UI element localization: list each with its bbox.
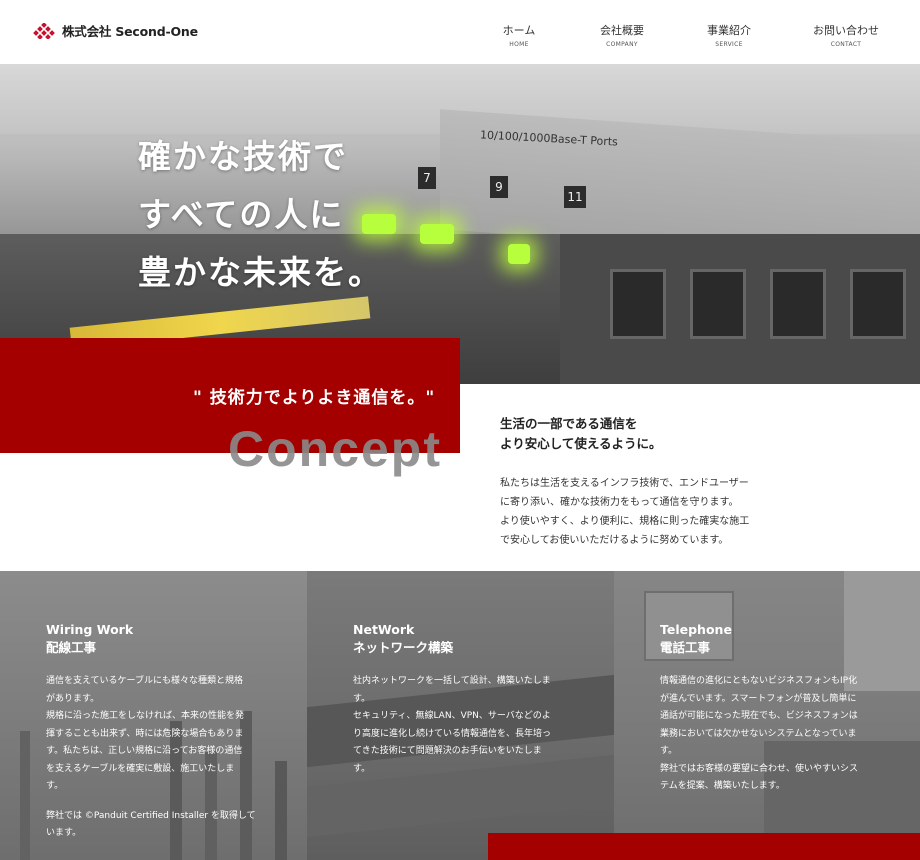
service-body-line: す。 bbox=[353, 763, 371, 774]
concept-heading-line: より安心して使えるように。 bbox=[500, 436, 662, 451]
service-body-line: す。 bbox=[353, 693, 371, 704]
concept-body-line: より使いやすく、より便利に、規格に則った確実な施工 bbox=[500, 516, 750, 527]
service-wiring-content: Wiring Work 配線工事 通信を支えているケーブルにも様々な種類と規格 … bbox=[46, 621, 266, 843]
hero-headline: 確かな技術で すべての人に 豊かな未来を。 bbox=[138, 128, 498, 302]
nav-item-home[interactable]: ホーム HOME bbox=[474, 24, 564, 48]
nav-label-en: CONTACT bbox=[830, 41, 862, 48]
service-body-line: 弊社ではお客様の要望に合わせ、使いやすいシス bbox=[660, 763, 859, 774]
concept-heading: 生活の一部である通信を より安心して使えるように。 bbox=[500, 414, 820, 454]
service-body-line: り高度に進化し続けている情報通信を、長年培っ bbox=[353, 728, 552, 739]
service-body-line: テムを提案、構築いたします。 bbox=[660, 781, 785, 791]
service-title-en: Telephone bbox=[660, 622, 732, 637]
service-telephone-content: Telephone 電話工事 情報通信の進化にともないビジネスフォンもIP化 が… bbox=[660, 621, 880, 796]
service-body-line: 揮することも出来ず、時には危険な場合もありま bbox=[46, 728, 244, 739]
service-body-line: てきた技術にて問題解決のお手伝いをいたしま bbox=[353, 746, 542, 756]
service-title: NetWork ネットワーク構築 bbox=[353, 621, 573, 657]
nav-label-jp: 事業紹介 bbox=[707, 24, 751, 37]
hero-line: すべての人に bbox=[138, 195, 345, 234]
service-body-line: います。 bbox=[46, 828, 82, 838]
service-body-line: セキュリティ、無線LAN、VPN、サーバなどのよ bbox=[353, 711, 551, 721]
service-body-line: があります。 bbox=[46, 693, 100, 704]
service-body-line: す。私たちは、正しい規格に沿ってお客様の通信 bbox=[46, 746, 243, 756]
service-title-en: Wiring Work bbox=[46, 622, 134, 637]
services-section: Wiring Work 配線工事 通信を支えているケーブルにも様々な種類と規格 … bbox=[0, 571, 920, 860]
nav-label-jp: ホーム bbox=[502, 24, 536, 37]
service-body-line: す。 bbox=[46, 781, 64, 791]
hero-section: 10/100/1000Base-T Ports 7 9 11 確かな技術で すべ… bbox=[0, 64, 920, 384]
nav-item-contact[interactable]: お問い合わせ CONTACT bbox=[801, 24, 891, 48]
nav-label-jp: 会社概要 bbox=[600, 24, 644, 37]
service-body-line: が進んでいます。スマートフォンが普及し簡単に bbox=[660, 693, 857, 704]
site-header: 株式会社 Second-One ホーム HOME 会社概要 COMPANY 事業… bbox=[0, 0, 920, 64]
nav-item-service[interactable]: 事業紹介 SERVICE bbox=[684, 24, 774, 48]
nav-label-jp: お問い合わせ bbox=[813, 24, 879, 37]
service-body-line: 社内ネットワークを一括して設計、構築いたしま bbox=[353, 676, 551, 686]
service-title-jp: 電話工事 bbox=[660, 640, 711, 655]
concept-catchphrase: " 技術力でよりよき通信を。" bbox=[193, 388, 436, 408]
service-body-line: 通信を支えているケーブルにも様々な種類と規格 bbox=[46, 676, 244, 686]
nav-item-company[interactable]: 会社概要 COMPANY bbox=[577, 24, 667, 48]
service-card-telephone[interactable]: Telephone 電話工事 情報通信の進化にともないビジネスフォンもIP化 が… bbox=[614, 571, 920, 860]
service-body-spacer bbox=[46, 796, 266, 808]
concept-body: 私たちは生活を支えるインフラ技術で、エンドユーザー に寄り添い、確かな技術力をも… bbox=[500, 474, 820, 550]
service-body: 情報通信の進化にともないビジネスフォンもIP化 が進んでいます。スマートフォンが… bbox=[660, 673, 880, 796]
hero-line: 豊かな未来を。 bbox=[138, 253, 383, 292]
service-title-en: NetWork bbox=[353, 622, 415, 637]
service-title-jp: ネットワーク構築 bbox=[353, 640, 454, 655]
service-card-network[interactable]: NetWork ネットワーク構築 社内ネットワークを一括して設計、構築いたしま … bbox=[307, 571, 614, 860]
concept-heading-line: 生活の一部である通信を bbox=[500, 416, 638, 431]
footer-accent-bar bbox=[488, 833, 920, 860]
service-body-line: を支えるケーブルを確実に敷設、施工いたしま bbox=[46, 763, 235, 774]
concept-title: Concept bbox=[228, 421, 442, 477]
concept-body-line: 私たちは生活を支えるインフラ技術で、エンドユーザー bbox=[500, 478, 749, 489]
service-body-line: 情報通信の進化にともないビジネスフォンもIP化 bbox=[660, 676, 858, 686]
hero-port-number: 11 bbox=[564, 186, 586, 208]
service-title-jp: 配線工事 bbox=[46, 640, 97, 655]
concept-text: 生活の一部である通信を より安心して使えるように。 私たちは生活を支えるインフラ… bbox=[500, 414, 820, 550]
service-body: 社内ネットワークを一括して設計、構築いたしま す。 セキュリティ、無線LAN、V… bbox=[353, 673, 573, 778]
main-nav: ホーム HOME 会社概要 COMPANY 事業紹介 SERVICE お問い合わ… bbox=[0, 24, 920, 54]
concept-body-line: で安心してお使いいただけるように努めています。 bbox=[500, 535, 729, 546]
service-body-line: 業務においては欠かせないシステムとなっていま bbox=[660, 728, 857, 739]
service-body-line: 通話が可能になった現在でも、ビジネスフォンは bbox=[660, 711, 858, 721]
service-card-wiring[interactable]: Wiring Work 配線工事 通信を支えているケーブルにも様々な種類と規格 … bbox=[0, 571, 307, 860]
service-title: Wiring Work 配線工事 bbox=[46, 621, 266, 657]
service-body: 通信を支えているケーブルにも様々な種類と規格 があります。 規格に沿った施工をし… bbox=[46, 673, 266, 843]
service-network-content: NetWork ネットワーク構築 社内ネットワークを一括して設計、構築いたしま … bbox=[353, 621, 573, 778]
service-body-line: す。 bbox=[660, 746, 678, 756]
nav-label-en: HOME bbox=[509, 41, 529, 48]
service-title: Telephone 電話工事 bbox=[660, 621, 880, 657]
nav-label-en: SERVICE bbox=[715, 41, 743, 48]
nav-label-en: COMPANY bbox=[606, 41, 638, 48]
hero-line: 確かな技術で bbox=[138, 137, 348, 176]
service-body-line: 規格に沿った施工をしなければ、本来の性能を発 bbox=[46, 711, 245, 721]
concept-body-line: に寄り添い、確かな技術力をもって通信を守ります。 bbox=[500, 497, 739, 508]
service-body-line: 弊社では ©Panduit Certified Installer を取得して bbox=[46, 810, 256, 821]
